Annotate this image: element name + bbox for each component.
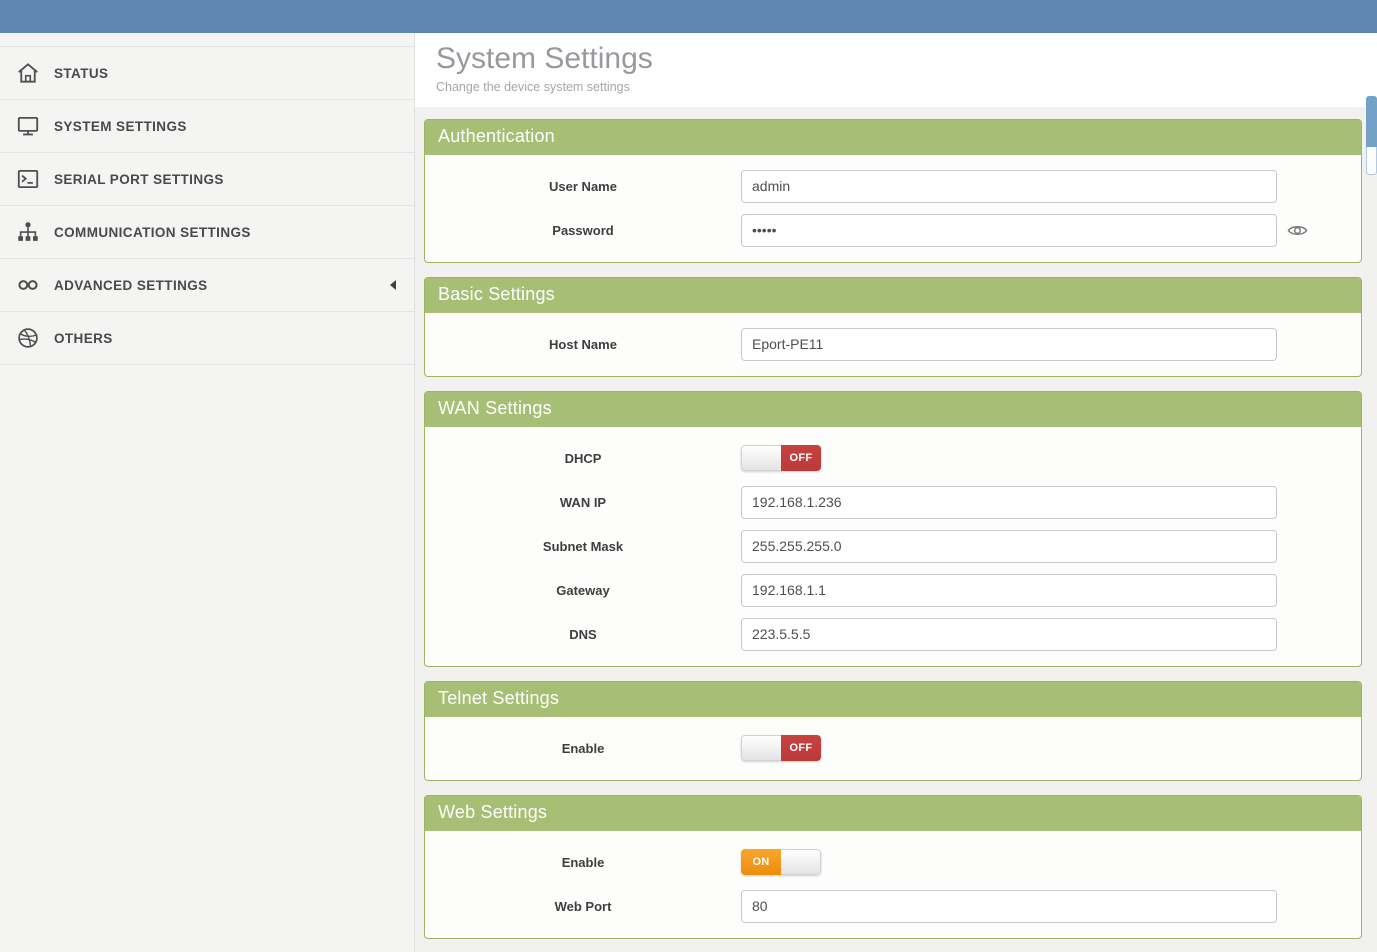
toggle-knob bbox=[741, 735, 781, 761]
sidebar-item-status[interactable]: STATUS bbox=[0, 47, 414, 100]
chevron-left-icon bbox=[390, 280, 396, 290]
form-row-enable: Enable OFF bbox=[425, 726, 1361, 770]
field-label-user-name: User Name bbox=[425, 179, 741, 194]
field-label-host-name: Host Name bbox=[425, 337, 741, 352]
section-telnet-settings: Telnet Settings Enable OFF bbox=[424, 681, 1362, 781]
section-basic-settings: Basic Settings Host Name bbox=[424, 277, 1362, 377]
form-row-subnet-mask: Subnet Mask bbox=[425, 524, 1361, 568]
dribbble-icon bbox=[13, 323, 43, 353]
field-label-enable: Enable bbox=[425, 741, 741, 756]
section-title: Telnet Settings bbox=[425, 682, 1361, 717]
sidebar-item-advanced-settings[interactable]: ADVANCED SETTINGS bbox=[0, 259, 414, 312]
page-header: System Settings Change the device system… bbox=[415, 33, 1377, 107]
monitor-icon bbox=[13, 111, 43, 141]
terminal-icon bbox=[13, 164, 43, 194]
page-subtitle: Change the device system settings bbox=[436, 80, 1377, 94]
section-wan-settings: WAN Settings DHCP OFF WAN IP Subnet Mask Gate… bbox=[424, 391, 1362, 667]
sidebar-item-communication-settings[interactable]: COMMUNICATION SETTINGS bbox=[0, 206, 414, 259]
sidebar-item-others[interactable]: OTHERS bbox=[0, 312, 414, 365]
section-title: Basic Settings bbox=[425, 278, 1361, 313]
sidebar-item-label: SYSTEM SETTINGS bbox=[54, 119, 187, 134]
form-row-web-port: Web Port bbox=[425, 884, 1361, 928]
subnet-mask-input[interactable] bbox=[741, 530, 1277, 563]
toggle-state-label: OFF bbox=[781, 445, 821, 471]
section-title: Web Settings bbox=[425, 796, 1361, 831]
scrollbar[interactable] bbox=[1366, 96, 1377, 175]
dns-input[interactable] bbox=[741, 618, 1277, 651]
sidebar-item-label: ADVANCED SETTINGS bbox=[54, 278, 208, 293]
form-row-dns: DNS bbox=[425, 612, 1361, 656]
section-body: Host Name bbox=[425, 313, 1361, 376]
field-label-dhcp: DHCP bbox=[425, 451, 741, 466]
field-label-gateway: Gateway bbox=[425, 583, 741, 598]
field-label-dns: DNS bbox=[425, 627, 741, 642]
sidebar-item-label: OTHERS bbox=[54, 331, 113, 346]
page-title: System Settings bbox=[436, 41, 1377, 77]
gateway-input[interactable] bbox=[741, 574, 1277, 607]
password-input[interactable] bbox=[741, 214, 1277, 247]
form-row-user-name: User Name bbox=[425, 164, 1361, 208]
settings-sections: Authentication User Name Password Basic Set… bbox=[415, 107, 1377, 952]
toggle-state-label: ON bbox=[741, 849, 781, 875]
user-name-input[interactable] bbox=[741, 170, 1277, 203]
section-title: WAN Settings bbox=[425, 392, 1361, 427]
section-body: EnableON Web Port bbox=[425, 831, 1361, 938]
field-label-wan-ip: WAN IP bbox=[425, 495, 741, 510]
sitemap-icon bbox=[13, 217, 43, 247]
form-row-gateway: Gateway bbox=[425, 568, 1361, 612]
toggle-knob bbox=[781, 849, 821, 875]
scrollbar-track bbox=[1366, 147, 1377, 175]
toggle-state-label: OFF bbox=[781, 735, 821, 761]
sidebar: STATUS SYSTEM SETTINGS SERIAL PORT SETTING… bbox=[0, 33, 415, 952]
field-label-enable: Enable bbox=[425, 855, 741, 870]
enable-toggle[interactable]: OFF bbox=[741, 735, 821, 761]
toggle-knob bbox=[741, 445, 781, 471]
eye-icon[interactable] bbox=[1286, 219, 1309, 242]
section-body: User Name Password bbox=[425, 155, 1361, 262]
section-web-settings: Web Settings EnableON Web Port bbox=[424, 795, 1362, 939]
form-row-wan-ip: WAN IP bbox=[425, 480, 1361, 524]
sidebar-spacer bbox=[0, 33, 414, 47]
section-body: DHCP OFF WAN IP Subnet Mask Gateway DNS bbox=[425, 427, 1361, 666]
host-name-input[interactable] bbox=[741, 328, 1277, 361]
section-title: Authentication bbox=[425, 120, 1361, 155]
main-panel: System Settings Change the device system… bbox=[415, 33, 1377, 952]
form-row-enable: EnableON bbox=[425, 840, 1361, 884]
form-row-dhcp: DHCP OFF bbox=[425, 436, 1361, 480]
dhcp-toggle[interactable]: OFF bbox=[741, 445, 821, 471]
section-authentication: Authentication User Name Password bbox=[424, 119, 1362, 263]
top-bar bbox=[0, 0, 1377, 33]
web-port-input[interactable] bbox=[741, 890, 1277, 923]
enable-toggle[interactable]: ON bbox=[741, 849, 821, 875]
field-label-password: Password bbox=[425, 223, 741, 238]
field-label-subnet-mask: Subnet Mask bbox=[425, 539, 741, 554]
sidebar-item-label: SERIAL PORT SETTINGS bbox=[54, 172, 224, 187]
sidebar-item-serial-port-settings[interactable]: SERIAL PORT SETTINGS bbox=[0, 153, 414, 206]
section-body: Enable OFF bbox=[425, 717, 1361, 780]
sidebar-item-label: COMMUNICATION SETTINGS bbox=[54, 225, 251, 240]
home-icon bbox=[13, 58, 43, 88]
form-row-host-name: Host Name bbox=[425, 322, 1361, 366]
sidebar-item-system-settings[interactable]: SYSTEM SETTINGS bbox=[0, 100, 414, 153]
scrollbar-thumb[interactable] bbox=[1366, 96, 1377, 147]
sidebar-item-label: STATUS bbox=[54, 66, 108, 81]
field-label-web-port: Web Port bbox=[425, 899, 741, 914]
sidebar-nav: STATUS SYSTEM SETTINGS SERIAL PORT SETTING… bbox=[0, 47, 414, 365]
infinity-icon bbox=[13, 270, 43, 300]
form-row-password: Password bbox=[425, 208, 1361, 252]
wan-ip-input[interactable] bbox=[741, 486, 1277, 519]
